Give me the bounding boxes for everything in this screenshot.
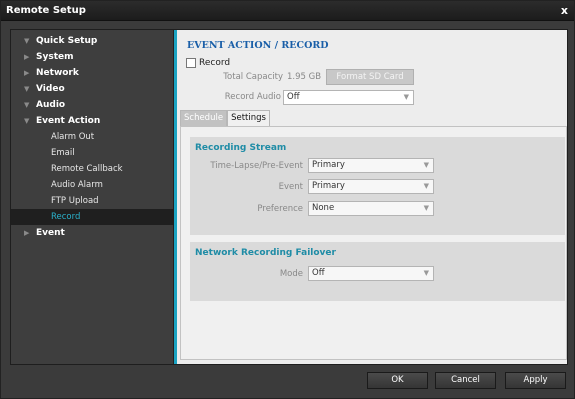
- recording-stream-title: Recording Stream: [195, 143, 287, 153]
- record-audio-select[interactable]: Off ▼: [283, 90, 414, 105]
- sidebar-item-video[interactable]: ▼ Video: [11, 81, 174, 97]
- cancel-button[interactable]: Cancel: [435, 372, 496, 389]
- sidebar-item-quick-setup[interactable]: ▼ Quick Setup: [11, 33, 174, 49]
- sidebar-item-ftp-upload[interactable]: FTP Upload: [11, 193, 174, 209]
- tab-schedule[interactable]: Schedule: [180, 110, 228, 127]
- preference-select[interactable]: None ▼: [308, 201, 434, 216]
- triangle-right-icon: ▶: [24, 69, 30, 77]
- record-audio-label: Record Audio: [224, 92, 281, 102]
- ok-button[interactable]: OK: [367, 372, 428, 389]
- sidebar-item-remote-callback[interactable]: Remote Callback: [11, 161, 174, 177]
- network-failover-group: Network Recording Failover Mode Off ▼: [190, 242, 565, 301]
- record-audio-value: Off: [287, 92, 300, 102]
- sidebar-item-alarm-out[interactable]: Alarm Out: [11, 129, 174, 145]
- sidebar-item-system[interactable]: ▶ System: [11, 49, 174, 65]
- remote-setup-window: Remote Setup x ▼ Quick Setup ▶ System ▶ …: [0, 0, 575, 399]
- sidebar-item-audio[interactable]: ▼ Audio: [11, 97, 174, 113]
- sidebar-item-event[interactable]: ▶ Event: [11, 225, 174, 241]
- record-checkbox[interactable]: [186, 58, 196, 68]
- chevron-down-icon: ▼: [403, 93, 409, 101]
- sidebar-item-email[interactable]: Email: [11, 145, 174, 161]
- sidebar-item-label: System: [36, 52, 74, 62]
- sidebar-item-label: Video: [36, 84, 65, 94]
- preference-value: None: [312, 203, 335, 213]
- sidebar-item-label: Event: [36, 228, 65, 238]
- total-capacity-label: Total Capacity: [223, 72, 283, 82]
- main-panel: EVENT ACTION / RECORD Record Total Capac…: [174, 30, 567, 364]
- total-capacity-value: 1.95 GB: [287, 72, 322, 82]
- title-bar: Remote Setup x: [1, 1, 574, 21]
- network-failover-title: Network Recording Failover: [195, 248, 336, 258]
- tab-settings[interactable]: Settings: [227, 110, 270, 127]
- timelapse-label: Time-Lapse/Pre-Event: [210, 161, 303, 171]
- close-icon[interactable]: x: [561, 4, 568, 17]
- sidebar-item-label: Quick Setup: [36, 36, 98, 46]
- sidebar-item-label: Event Action: [36, 116, 101, 126]
- sidebar-item-label: Audio: [36, 100, 66, 110]
- window-title: Remote Setup: [6, 5, 86, 16]
- settings-tab-content: Recording Stream Time-Lapse/Pre-Event Pr…: [180, 126, 567, 360]
- sidebar-item-audio-alarm[interactable]: Audio Alarm: [11, 177, 174, 193]
- recording-stream-group: Recording Stream Time-Lapse/Pre-Event Pr…: [190, 137, 565, 235]
- record-label: Record: [199, 58, 231, 68]
- format-sd-card-button[interactable]: Format SD Card: [326, 69, 414, 85]
- triangle-down-icon: ▼: [24, 37, 30, 45]
- sidebar-item-network[interactable]: ▶ Network: [11, 65, 174, 81]
- sidebar-item-event-action[interactable]: ▼ Event Action: [11, 113, 174, 129]
- page-title: EVENT ACTION / RECORD: [187, 40, 329, 51]
- sidebar-item-record[interactable]: Record: [11, 209, 174, 225]
- sidebar-item-label: Network: [36, 68, 79, 78]
- timelapse-value: Primary: [312, 160, 345, 170]
- tab-bar: Schedule Settings: [180, 110, 270, 127]
- settings-tree: ▼ Quick Setup ▶ System ▶ Network ▼ Video…: [11, 33, 174, 241]
- chevron-down-icon: ▼: [423, 269, 429, 277]
- chevron-down-icon: ▼: [423, 161, 429, 169]
- mode-select[interactable]: Off ▼: [308, 266, 434, 281]
- record-row: Record: [186, 57, 230, 69]
- triangle-down-icon: ▼: [24, 117, 30, 125]
- chevron-down-icon: ▼: [423, 204, 429, 212]
- content-frame: ▼ Quick Setup ▶ System ▶ Network ▼ Video…: [10, 29, 568, 365]
- triangle-right-icon: ▶: [24, 229, 30, 237]
- triangle-down-icon: ▼: [24, 85, 30, 93]
- triangle-down-icon: ▼: [24, 101, 30, 109]
- event-stream-select[interactable]: Primary ▼: [308, 179, 434, 194]
- mode-label: Mode: [279, 269, 303, 279]
- event-label: Event: [278, 182, 303, 192]
- mode-value: Off: [312, 268, 325, 278]
- timelapse-select[interactable]: Primary ▼: [308, 158, 434, 173]
- apply-button[interactable]: Apply: [505, 372, 566, 389]
- preference-label: Preference: [257, 204, 303, 214]
- event-stream-value: Primary: [312, 181, 345, 191]
- sidebar: ▼ Quick Setup ▶ System ▶ Network ▼ Video…: [11, 30, 174, 364]
- chevron-down-icon: ▼: [423, 182, 429, 190]
- triangle-right-icon: ▶: [24, 53, 30, 61]
